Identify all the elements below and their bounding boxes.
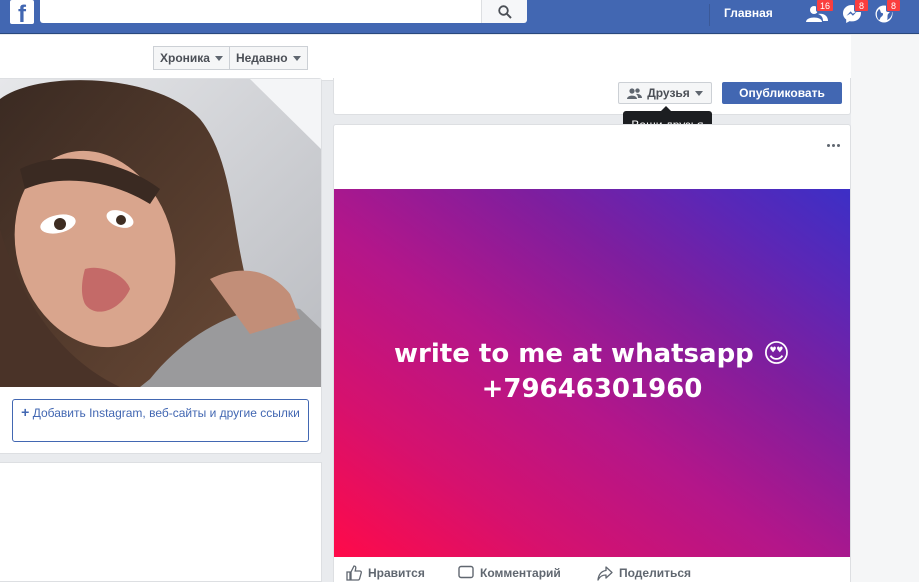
friends-audience-icon xyxy=(627,87,643,99)
comment-icon xyxy=(458,565,474,579)
profile-photo[interactable] xyxy=(0,79,321,387)
friend-requests-badge: 16 xyxy=(815,0,834,12)
comment-button[interactable]: Комментарий xyxy=(458,565,561,581)
messenger-button[interactable]: 8 xyxy=(839,0,869,26)
comment-label: Комментарий xyxy=(480,566,561,580)
search-icon xyxy=(497,4,512,19)
share-icon xyxy=(597,566,613,581)
notifications-button[interactable]: 8 xyxy=(871,0,901,26)
more-options-icon[interactable] xyxy=(823,137,843,153)
add-links-button[interactable]: + Добавить Instagram, веб-сайты и другие… xyxy=(12,399,309,442)
audience-label: Друзья xyxy=(647,86,690,100)
friend-requests-button[interactable]: 16 xyxy=(804,0,834,26)
nav-separator xyxy=(709,4,710,26)
search-input[interactable] xyxy=(40,0,440,23)
share-label: Поделиться xyxy=(619,566,692,580)
post-text: write to me at whatsapp 😍 +79646301960 xyxy=(334,337,850,407)
search-button[interactable] xyxy=(481,0,527,23)
home-link[interactable]: Главная xyxy=(712,5,785,25)
caret-down-icon xyxy=(292,55,301,61)
post-colored-background: write to me at whatsapp 😍 +79646301960 xyxy=(334,189,850,557)
add-links-label: Добавить Instagram, веб-сайты и другие с… xyxy=(32,406,300,420)
post-action-bar: Нравится Комментарий Поделиться xyxy=(334,557,850,582)
facebook-logo-icon[interactable]: f xyxy=(10,0,34,24)
messages-badge: 8 xyxy=(854,0,869,12)
post-text-line-1: write to me at whatsapp 😍 xyxy=(394,339,790,369)
audience-selector[interactable]: Друзья xyxy=(618,82,712,104)
publish-button[interactable]: Опубликовать xyxy=(722,82,842,104)
like-button[interactable]: Нравится xyxy=(346,565,425,581)
profile-photo-image xyxy=(0,79,321,387)
plus-icon: + xyxy=(21,404,30,420)
post-text-line-2: +79646301960 xyxy=(481,374,703,404)
right-sidebar-area xyxy=(851,35,919,582)
timeline-tabs: Хроника Недавно xyxy=(153,46,308,70)
caret-down-icon xyxy=(694,90,703,96)
share-button[interactable]: Поделиться xyxy=(597,565,691,581)
caret-down-icon xyxy=(214,55,223,61)
like-label: Нравится xyxy=(368,566,425,580)
like-icon xyxy=(346,565,362,581)
search-box xyxy=(40,0,527,23)
tab-recent-label: Недавно xyxy=(235,51,288,65)
timeline-header-strip xyxy=(0,35,851,81)
tab-timeline[interactable]: Хроника xyxy=(154,47,230,69)
left-card xyxy=(0,462,322,582)
intro-card: + Добавить Instagram, веб-сайты и другие… xyxy=(0,78,322,454)
tab-timeline-label: Хроника xyxy=(160,51,210,65)
notifications-badge: 8 xyxy=(886,0,901,12)
tab-recent[interactable]: Недавно xyxy=(230,47,307,69)
top-navigation-bar: f Главная 16 8 8 xyxy=(0,0,919,34)
